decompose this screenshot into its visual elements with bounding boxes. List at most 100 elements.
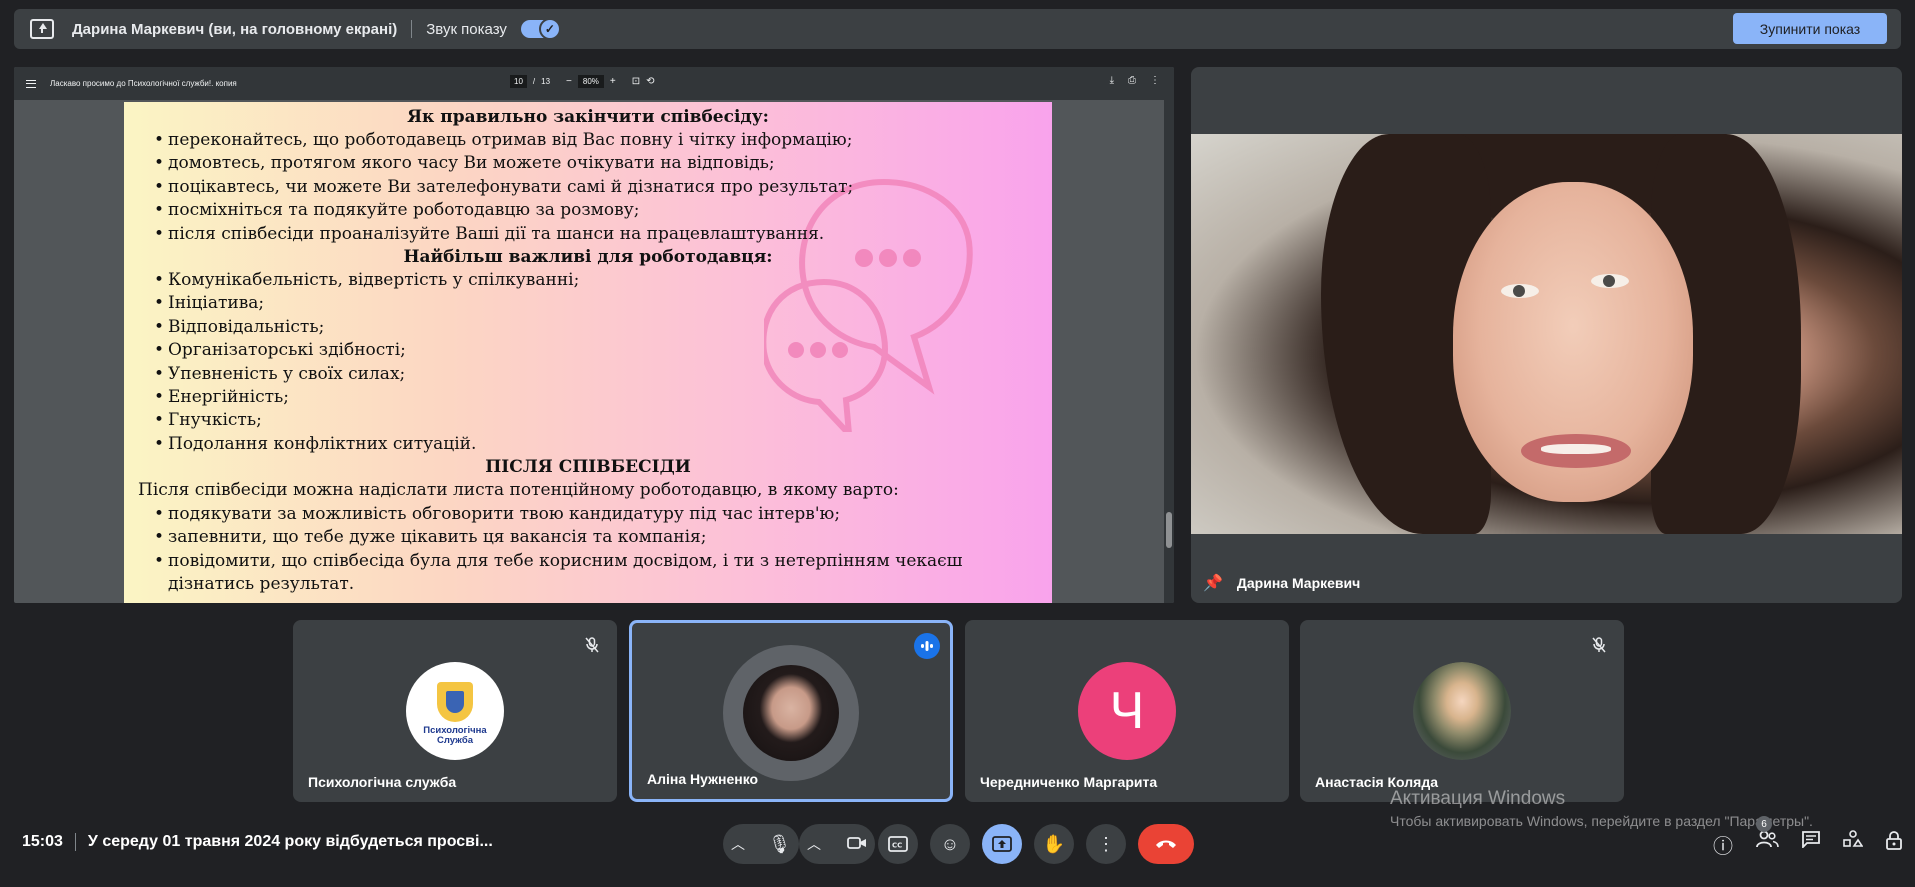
svg-text:CC: CC [892,842,902,850]
pdf-actions: ⤓ ⎙ ⋮ [1110,75,1160,86]
list-item: переконайтесь, що роботодавець отримав в… [124,129,1052,153]
presenter-label: Дарина Маркевич (ви, на головному екрані… [72,20,398,38]
page-total: 13 [541,77,551,86]
pdf-page: Як правильно закінчити співбесіду: перек… [124,102,1052,603]
avatar-photo [743,665,839,761]
camera-icon[interactable] [847,834,867,855]
more-vert-icon[interactable]: ⋮ [1150,75,1160,86]
present-now-button[interactable] [982,824,1022,864]
followup-letter-list: подякувати за можливість обговорити твою… [124,503,1052,597]
employer-qualities-list: Комунікабельність, відвертість у спілкув… [124,269,1052,457]
captions-button[interactable]: CC [878,824,918,864]
zoom-in-icon[interactable]: + [610,76,616,87]
avatar [723,645,859,781]
info-icon[interactable]: ⓘ [1713,830,1733,859]
video-options-chevron-icon[interactable]: ︿ [807,834,821,854]
meeting-title[interactable]: У середу 01 травня 2024 року відбудеться… [88,833,493,851]
participant-tile[interactable]: Аліна Нужненко [629,620,953,802]
list-item: подякувати за можливість обговорити твою… [124,503,1052,527]
raise-hand-button[interactable]: ✋ [1034,824,1074,864]
host-controls-icon[interactable] [1885,830,1903,859]
pin-icon[interactable]: 📌 [1203,573,1223,593]
list-item: Упевненість у своїх силах; [124,363,1052,387]
people-icon[interactable] [1755,830,1779,859]
participant-tile[interactable]: Психологічна Служба Психологічна служба [293,620,617,802]
pdf-scrollbar[interactable] [1164,100,1174,603]
list-item: Енергійність; [124,386,1052,410]
print-icon[interactable]: ⎙ [1128,75,1136,86]
fit-page-icon[interactable]: ⊡ [632,76,640,87]
page-separator: / [532,77,536,86]
camera-control: ︿ [799,824,875,864]
participant-name: Психологічна служба [308,774,457,790]
present-icon [992,836,1012,852]
pdf-viewer: Ласкаво просимо до Психологічної служби!… [14,67,1174,603]
list-item: Ініціатива; [124,292,1052,316]
reactions-button[interactable]: ☺ [930,824,970,864]
rotate-icon[interactable]: ⟲ [646,76,654,87]
bottom-toolbar: 15:03 У середу 01 травня 2024 року відбу… [0,816,1915,887]
pdf-page-controls: 10 / 13 − 80% + ⊡ ⟲ [510,75,655,88]
speaker-tile[interactable]: 📌 Дарина Маркевич [1191,67,1902,603]
more-vert-icon: ⋮ [1097,833,1115,854]
zoom-out-icon[interactable]: − [566,76,572,87]
mic-off-icon [1588,634,1610,656]
divider [74,833,76,851]
download-icon[interactable]: ⤓ [1110,75,1114,86]
video-eye [1501,284,1539,298]
avatar: Психологічна Служба [406,662,504,760]
list-item: запевнити, що тебе дуже цікавить ця вака… [124,526,1052,550]
video-teeth [1541,444,1611,454]
list-item: Відповідальність; [124,316,1052,340]
list-item: Гнучкість; [124,409,1052,433]
divider [411,20,413,38]
watermark-title: Активация Windows [1390,788,1566,809]
list-item: Комунікабельність, відвертість у спілкув… [124,269,1052,293]
leave-call-button[interactable] [1138,824,1194,864]
more-options-button[interactable]: ⋮ [1086,824,1126,864]
meeting-info: 15:03 У середу 01 травня 2024 року відбу… [22,833,493,851]
list-item: повідомити, що співбесіда була для тебе … [124,550,1052,597]
avatar [1413,662,1511,760]
mic-control: ︿ 🎙 [723,824,799,864]
chat-icon[interactable] [1801,830,1821,859]
activities-icon[interactable] [1843,830,1864,859]
stop-presenting-button[interactable]: Зупинити показ [1733,13,1887,44]
captions-icon: CC [888,836,908,852]
mic-off-icon [581,634,603,656]
participant-tile[interactable]: Анастасія Коляда [1300,620,1624,802]
scrollbar-thumb[interactable] [1166,512,1172,548]
zoom-input[interactable]: 80% [577,75,604,88]
section-heading: Як правильно закінчити співбесіду: [407,107,769,127]
audio-options-chevron-icon[interactable]: ︿ [731,834,745,854]
side-panel-controls: ⓘ [1713,830,1903,859]
speaker-name: Дарина Маркевич [1236,575,1361,591]
list-item: домовтесь, протягом якого часу Ви можете… [124,152,1052,176]
section-heading: ПІСЛЯ СПІВБЕСІДИ [485,457,691,478]
clock: 15:03 [22,833,63,850]
logo-text: Психологічна Служба [423,725,487,746]
list-item: посміхніться та подякуйте роботодавцю за… [124,199,1052,223]
participant-name: Аліна Нужненко [647,771,759,787]
share-sound-toggle[interactable]: ✓ [520,18,561,40]
list-item: Подолання конфліктних ситуацій. [124,433,1052,457]
paragraph: Після співбесіди можна надіслати листа п… [138,480,899,501]
present-screen-icon [30,19,54,39]
section-heading: Найбільш важливі для роботодавця: [403,247,773,268]
list-item: Організаторські здібності; [124,339,1052,363]
pdf-toolbar: Ласкаво просимо до Психологічної служби!… [14,67,1174,100]
participants-count-badge: 6 [1756,816,1772,832]
video-eye [1591,274,1629,288]
menu-icon[interactable] [26,79,36,88]
avatar: Ч [1078,662,1176,760]
list-item: поцікавтесь, чи можете Ви зателефонувати… [124,176,1052,200]
mic-icon[interactable]: 🎙 [768,834,791,855]
logo-shield-icon [437,682,473,722]
participant-tile[interactable]: Ч Чередниченко Маргарита [965,620,1289,802]
end-call-icon [1156,840,1176,848]
speaker-video [1191,134,1902,534]
page-number-input[interactable]: 10 [510,75,527,88]
avatar-photo [1413,662,1511,760]
speaker-name-row: 📌 Дарина Маркевич [1203,573,1360,593]
emoji-icon: ☺ [940,833,960,854]
